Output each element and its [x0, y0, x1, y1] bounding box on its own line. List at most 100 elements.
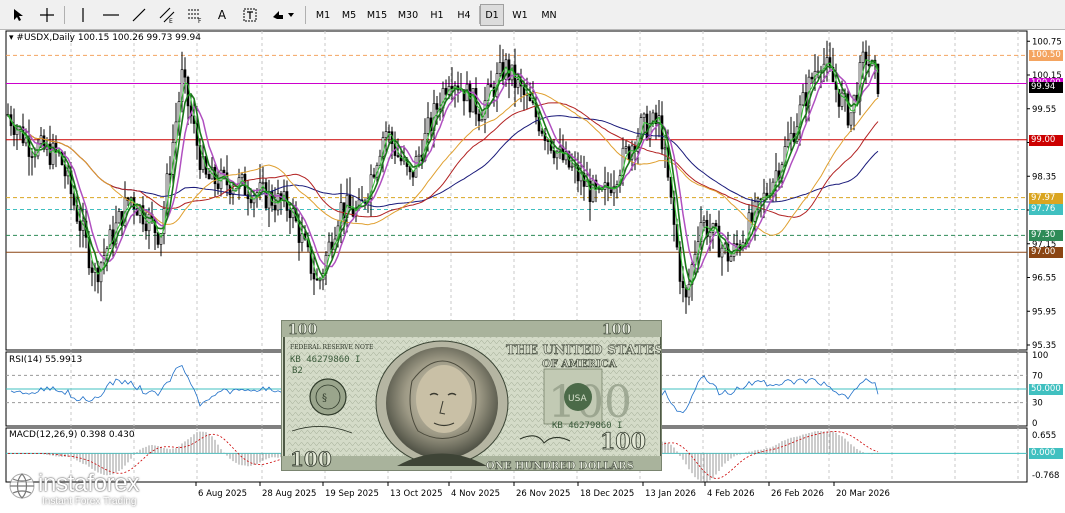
candle-body [222, 169, 226, 174]
price-tick-label: 98.35 [1032, 172, 1056, 182]
timeframe-mn[interactable]: MN [536, 4, 562, 26]
time-tick-label: 18 Dec 2025 [580, 489, 634, 499]
candle-body [117, 211, 121, 224]
candle-body [849, 112, 853, 126]
cursor-icon[interactable] [8, 4, 28, 26]
macd-level-label: 0.000 [1029, 448, 1063, 460]
candle-body [249, 198, 253, 204]
candle-body [216, 183, 220, 189]
arrows-icon[interactable] [268, 4, 298, 26]
candle-body [570, 165, 574, 168]
time-tick-label: 26 Nov 2025 [516, 489, 570, 499]
timeframe-h4[interactable]: H4 [452, 4, 476, 26]
fibonacci-icon[interactable]: F [184, 4, 206, 26]
candle-body [426, 117, 430, 134]
timeframe-d1[interactable]: D1 [480, 4, 504, 26]
candle-body [663, 147, 667, 150]
svg-text:B2: B2 [292, 366, 303, 376]
price-level-label: 99.94 [1029, 81, 1063, 93]
candle-body [540, 130, 544, 134]
macd-tick-label: 0.655 [1032, 431, 1056, 441]
candle-body [327, 241, 331, 256]
macd-tick-label: -0.768 [1032, 471, 1059, 481]
timeframe-m30[interactable]: M30 [394, 4, 422, 26]
rsi-label: RSI(14) 55.9913 [9, 355, 83, 365]
price-level-label: 97.30 [1029, 230, 1063, 242]
candle-body [372, 174, 376, 178]
candle-body [786, 139, 790, 147]
banknote-image: 100 100 FEDERAL RESERVE NOTE KB 46279860… [281, 320, 662, 471]
chart-symbol-info: ▾ #USDX,Daily 100.15 100.26 99.73 99.94 [9, 33, 201, 43]
macd-label: MACD(12,26,9) 0.398 0.430 [9, 430, 135, 440]
price-level-label: 100.50 [1029, 50, 1063, 62]
candle-body [750, 212, 754, 222]
candle-body [207, 173, 211, 180]
price-tick-label: 96.55 [1032, 274, 1056, 284]
vertical-line-icon[interactable] [74, 4, 92, 26]
candle-body [315, 278, 319, 281]
candle-body [702, 219, 706, 223]
trendline-icon[interactable] [128, 4, 150, 26]
text-tool[interactable]: A [212, 4, 232, 26]
timeframe-h1[interactable]: H1 [426, 4, 448, 26]
rsi-tick-label: 30 [1032, 399, 1043, 409]
candle-body [240, 174, 244, 179]
timeframe-m5[interactable]: M5 [338, 4, 360, 26]
candle-body [417, 154, 421, 158]
time-tick-label: 4 Feb 2026 [707, 489, 755, 499]
candle-body [714, 223, 718, 227]
candle-body [411, 171, 415, 178]
candle-body [78, 221, 82, 231]
svg-text:KB 46279860 I: KB 46279860 I [290, 355, 360, 365]
candle-body [729, 256, 733, 262]
horizontal-line-icon[interactable] [100, 4, 122, 26]
time-tick-label: 26 Feb 2026 [771, 489, 824, 499]
text-label-icon[interactable] [240, 4, 260, 26]
candle-body [480, 119, 484, 122]
candle-body [552, 150, 556, 159]
candle-body [816, 70, 820, 73]
channel-icon[interactable]: E [156, 4, 178, 26]
candle-body [720, 247, 724, 258]
rsi-tick-label: 100 [1032, 351, 1048, 361]
candle-body [261, 182, 265, 184]
time-tick-label: 13 Oct 2025 [390, 489, 443, 499]
candle-body [825, 57, 829, 65]
timeframe-m1[interactable]: M1 [312, 4, 334, 26]
candle-body [396, 155, 400, 157]
candle-body [546, 140, 550, 142]
crosshair-icon[interactable] [36, 4, 58, 26]
svg-text:OF AMERICA: OF AMERICA [542, 359, 617, 370]
candle-body [300, 233, 304, 243]
candle-body [273, 205, 277, 211]
brand-tagline: Instant Forex Trading [42, 496, 137, 507]
time-tick-label: 6 Aug 2025 [198, 489, 247, 499]
candle-body [384, 131, 388, 138]
candle-body [477, 113, 481, 122]
time-tick-label: 20 Mar 2026 [836, 489, 890, 499]
svg-text:ONE HUNDRED DOLLARS: ONE HUNDRED DOLLARS [486, 461, 634, 471]
candle-body [435, 103, 439, 110]
price-tick-label: 100.75 [1032, 37, 1062, 47]
candle-body [90, 267, 94, 273]
svg-text:E: E [169, 18, 173, 23]
timeframe-w1[interactable]: W1 [508, 4, 532, 26]
rsi-tick-label: 0 [1032, 419, 1037, 429]
timeframe-m15[interactable]: M15 [364, 4, 390, 26]
candle-body [687, 283, 691, 298]
candle-body [444, 88, 448, 95]
svg-text:USA: USA [568, 394, 587, 404]
candle-body [510, 64, 514, 81]
candle-body [861, 51, 865, 63]
collapse-arrow-icon[interactable]: ▾ [9, 33, 14, 43]
candle-body [489, 84, 493, 88]
symbol-info-text: #USDX,Daily 100.15 100.26 99.73 99.94 [16, 33, 201, 43]
candle-body [516, 79, 520, 88]
candle-body [387, 131, 391, 133]
candle-body [450, 86, 454, 90]
time-tick-label: 4 Nov 2025 [451, 489, 500, 499]
price-level-label: 99.00 [1029, 134, 1063, 146]
price-level-label: 97.97 [1029, 192, 1063, 204]
svg-text:§: § [322, 393, 327, 404]
candle-body [498, 62, 502, 74]
